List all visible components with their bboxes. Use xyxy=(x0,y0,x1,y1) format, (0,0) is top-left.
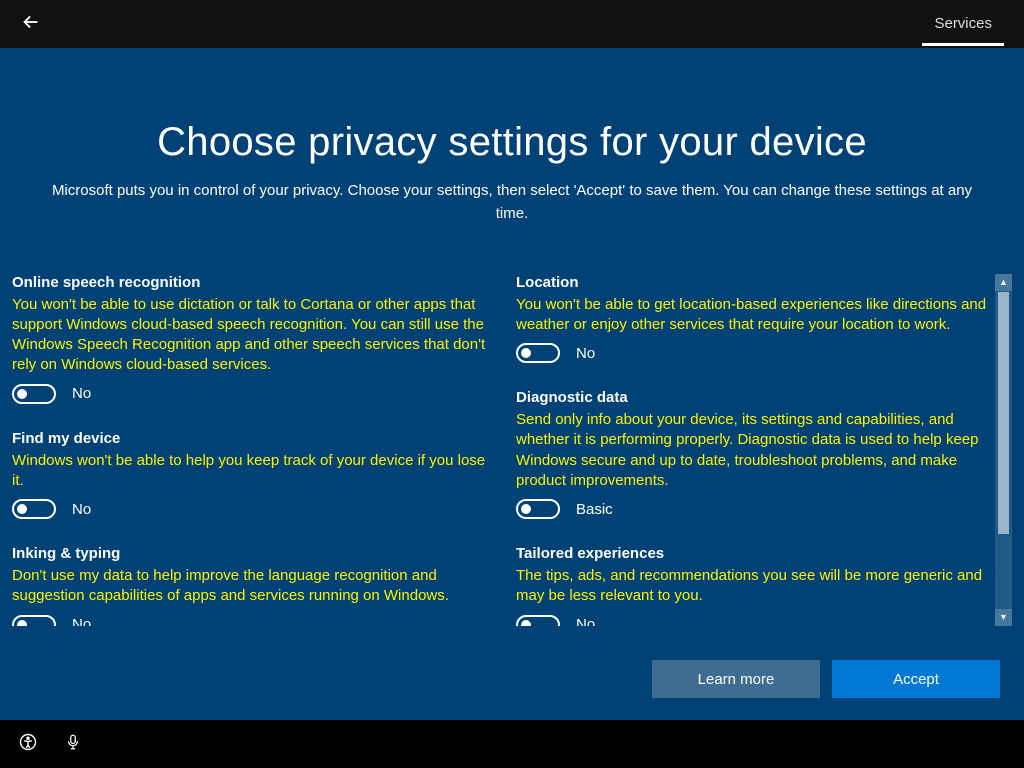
toggle-find-my-device[interactable] xyxy=(12,499,56,519)
toggle-value-label: No xyxy=(576,616,595,626)
setting-inking-typing: Inking & typing Don't use my data to hel… xyxy=(12,545,488,626)
scrollbar-thumb[interactable] xyxy=(998,292,1009,534)
setting-diagnostic-data: Diagnostic data Send only info about you… xyxy=(516,389,992,519)
tab-services[interactable]: Services xyxy=(922,3,1004,46)
page-subtitle: Microsoft puts you in control of your pr… xyxy=(47,179,977,226)
setting-tailored-experiences: Tailored experiences The tips, ads, and … xyxy=(516,545,992,626)
toggle-value-label: No xyxy=(72,616,91,626)
toggle-value-label: No xyxy=(72,385,91,402)
scrollbar-down-arrow-icon[interactable]: ▼ xyxy=(995,609,1012,626)
setting-title: Location xyxy=(516,274,992,291)
setting-title: Diagnostic data xyxy=(516,389,992,406)
setting-title: Inking & typing xyxy=(12,545,488,562)
setting-description: Don't use my data to help improve the la… xyxy=(12,566,488,607)
setting-title: Online speech recognition xyxy=(12,274,488,291)
setting-description: You won't be able to get location-based … xyxy=(516,295,992,336)
setting-location: Location You won't be able to get locati… xyxy=(516,274,992,364)
toggle-tailored-experiences[interactable] xyxy=(516,615,560,626)
toggle-online-speech-recognition[interactable] xyxy=(12,384,56,404)
setting-title: Find my device xyxy=(12,430,488,447)
toggle-value-label: Basic xyxy=(576,501,613,518)
accept-button[interactable]: Accept xyxy=(832,660,1000,698)
settings-left-column: Online speech recognition You won't be a… xyxy=(12,274,488,626)
footer-buttons: Learn more Accept xyxy=(652,660,1000,698)
settings-right-column: Location You won't be able to get locati… xyxy=(516,274,992,626)
setting-description: The tips, ads, and recommendations you s… xyxy=(516,566,992,607)
accessibility-icon[interactable] xyxy=(18,732,38,757)
learn-more-button[interactable]: Learn more xyxy=(652,660,820,698)
vertical-scrollbar[interactable]: ▲ ▼ xyxy=(995,274,1012,626)
toggle-inking-typing[interactable] xyxy=(12,615,56,626)
toggle-value-label: No xyxy=(72,501,91,518)
setting-title: Tailored experiences xyxy=(516,545,992,562)
toggle-value-label: No xyxy=(576,345,595,362)
bottom-bar xyxy=(0,720,1024,768)
setting-description: Windows won't be able to help you keep t… xyxy=(12,451,488,492)
main-panel: Choose privacy settings for your device … xyxy=(0,48,1024,720)
settings-scroll-region: Online speech recognition You won't be a… xyxy=(12,274,1012,626)
toggle-location[interactable] xyxy=(516,343,560,363)
toggle-diagnostic-data[interactable] xyxy=(516,499,560,519)
back-arrow-icon[interactable] xyxy=(20,11,42,38)
page-title: Choose privacy settings for your device xyxy=(157,120,867,165)
setting-online-speech-recognition: Online speech recognition You won't be a… xyxy=(12,274,488,404)
setting-description: Send only info about your device, its se… xyxy=(516,410,992,491)
top-bar: Services xyxy=(0,0,1024,48)
setting-description: You won't be able to use dictation or ta… xyxy=(12,295,488,376)
microphone-icon[interactable] xyxy=(64,733,82,756)
scrollbar-up-arrow-icon[interactable]: ▲ xyxy=(995,274,1012,291)
setting-find-my-device: Find my device Windows won't be able to … xyxy=(12,430,488,520)
